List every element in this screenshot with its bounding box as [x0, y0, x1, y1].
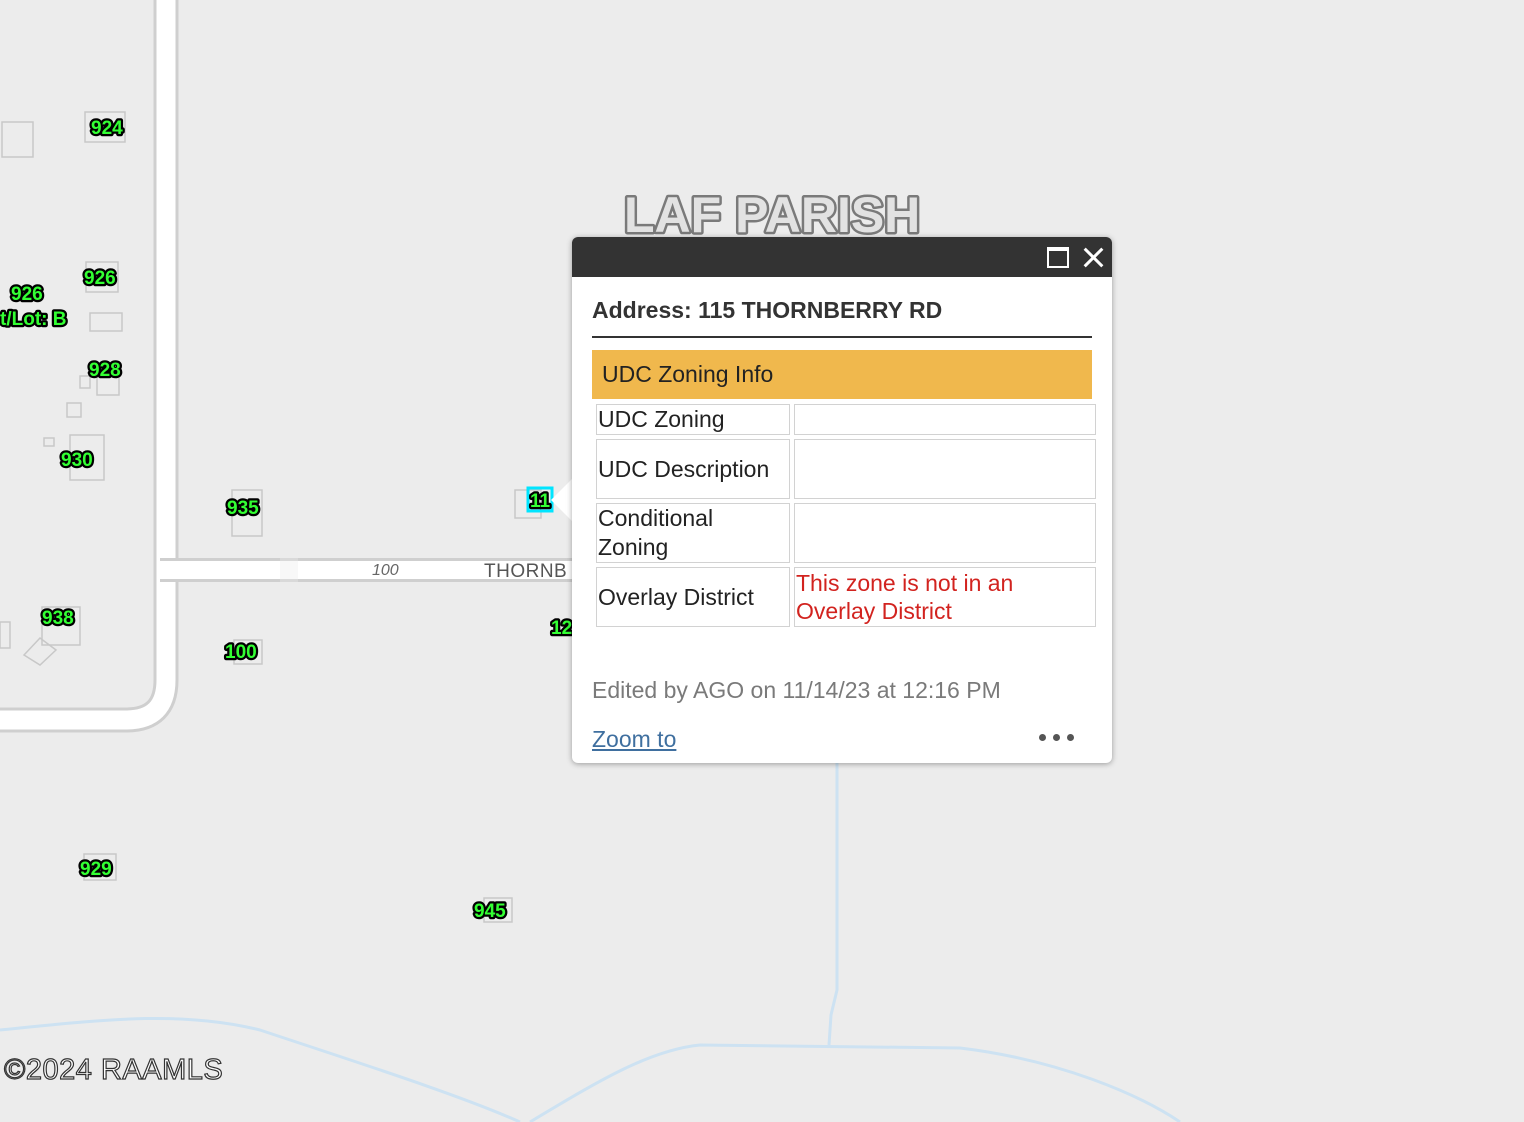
parish-label: LAF PARISH [624, 187, 920, 243]
attribute-label: Overlay District [596, 567, 790, 627]
address-label[interactable]: 926 [82, 266, 118, 292]
attribute-value [794, 503, 1096, 563]
more-options-icon[interactable] [1039, 732, 1075, 742]
attribute-value: This zone is not in an Overlay District [794, 567, 1096, 627]
attribute-label: UDC Zoning [596, 404, 790, 435]
table-row: UDC Zoning [596, 404, 1096, 435]
attribute-label: UDC Description [596, 439, 790, 499]
address-label[interactable]: 924 [89, 116, 126, 142]
attribute-value [794, 404, 1096, 435]
maximize-icon[interactable] [1045, 244, 1071, 270]
address-label[interactable]: 935 [225, 496, 262, 522]
close-icon[interactable] [1080, 244, 1106, 270]
popup-title: Address: 115 THORNBERRY RD [592, 277, 1092, 338]
attribute-value [794, 439, 1096, 499]
address-label[interactable]: 12 [549, 616, 575, 642]
popup-body: Address: 115 THORNBERRY RD UDC Zoning In… [572, 277, 1112, 756]
popup-pointer [551, 478, 573, 522]
popup-header [572, 237, 1112, 277]
address-label[interactable]: 938 [40, 606, 76, 632]
address-label[interactable]: 930 [59, 448, 95, 474]
table-row: Overlay District This zone is not in an … [596, 567, 1096, 627]
edit-info: Edited by AGO on 11/14/23 at 12:16 PM [592, 677, 1001, 703]
section-header: UDC Zoning Info [592, 350, 1092, 399]
address-label[interactable]: 945 [472, 899, 509, 925]
address-label[interactable]: 928 [87, 358, 123, 384]
address-label[interactable]: 100 [223, 640, 259, 666]
zoom-to-link[interactable]: Zoom to [592, 726, 676, 752]
road-number-label: 100 [372, 562, 399, 579]
popup-footer: Zoom to [592, 726, 1092, 756]
road-name-label: THORNB [484, 561, 567, 582]
table-row: UDC Description [596, 439, 1096, 499]
attribute-label: Conditional Zoning [596, 503, 790, 563]
table-row: Conditional Zoning [596, 503, 1096, 563]
address-label[interactable]: 929 [78, 857, 114, 883]
address-label[interactable]: 926 [9, 282, 45, 308]
address-label-selected[interactable]: 11 [528, 489, 553, 515]
feature-popup: Address: 115 THORNBERRY RD UDC Zoning In… [572, 237, 1112, 763]
map-attribution: ©2024 RAAMLS [3, 1053, 224, 1086]
attribute-table: UDC Zoning UDC Description Conditional Z… [592, 400, 1100, 631]
address-label[interactable]: t/Lot: B [0, 307, 69, 333]
